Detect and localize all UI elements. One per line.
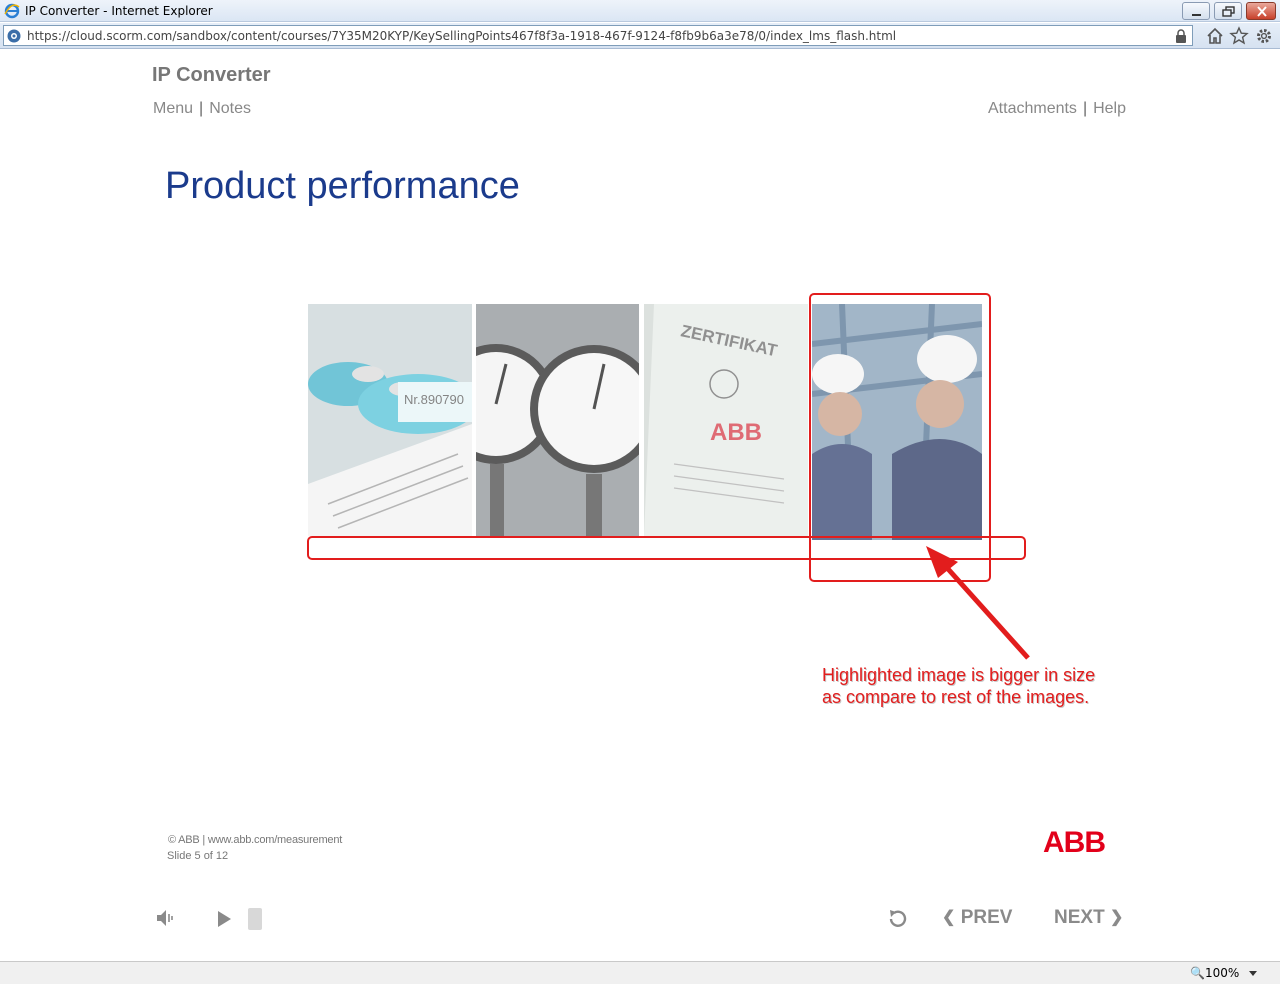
top-nav-right: Attachments | Help (988, 100, 1126, 118)
url-field[interactable]: https://cloud.scorm.com/sandbox/content/… (3, 25, 1193, 46)
engineers-photo (812, 304, 982, 540)
close-window-button[interactable] (1246, 2, 1276, 20)
annotation-arrow (938, 558, 1030, 660)
menu-link[interactable]: Menu (153, 100, 193, 117)
chevron-right-icon: ❯ (1109, 909, 1124, 926)
annotation-note: Highlighted image is bigger in size as c… (822, 664, 1095, 708)
play-icon[interactable] (215, 909, 233, 929)
url-text: https://cloud.scorm.com/sandbox/content/… (27, 29, 897, 43)
abb-logo: ABB (1043, 826, 1106, 859)
gear-icon[interactable] (1254, 26, 1274, 46)
home-icon[interactable] (1205, 26, 1225, 46)
prev-label: PREV (960, 907, 1013, 928)
nav-separator: | (1082, 100, 1088, 117)
zoom-dropdown-icon[interactable] (1249, 971, 1257, 976)
nav-separator: | (199, 100, 204, 117)
zoom-level[interactable]: 🔍100% (1190, 966, 1239, 980)
next-button[interactable]: NEXT ❯ (1054, 907, 1123, 929)
minimize-button[interactable] (1182, 2, 1210, 20)
top-nav-left: Menu | Notes (153, 100, 251, 118)
site-icon (7, 29, 21, 43)
highlight-box-row (307, 536, 1026, 560)
internet-explorer-icon (4, 3, 20, 19)
prev-button[interactable]: ❮ PREV (942, 907, 1012, 929)
transmitter-photo: Nr.890790 (308, 304, 472, 536)
zoom-icon: 🔍 (1190, 966, 1205, 980)
pressure-gauges-photo (476, 304, 639, 536)
address-bar: https://cloud.scorm.com/sandbox/content/… (0, 23, 1280, 49)
attachments-link[interactable]: Attachments (988, 100, 1077, 117)
zoom-value: 100% (1204, 966, 1240, 980)
slide-counter: Slide 5 of 12 (167, 850, 229, 862)
status-bar: 🔍100% (0, 961, 1280, 984)
favorites-star-icon[interactable] (1229, 26, 1249, 46)
arrow-head (926, 546, 958, 578)
annotation-line-2: as compare to rest of the images. (822, 687, 1090, 707)
certificate-photo: ZERTIFIKAT ABB (644, 304, 808, 536)
window-titlebar: IP Converter - Internet Explorer (0, 0, 1280, 22)
lock-icon[interactable] (1175, 29, 1187, 43)
restore-button[interactable] (1214, 2, 1242, 20)
svg-text:ABB: ABB (710, 419, 762, 446)
chevron-left-icon: ❮ (942, 909, 956, 926)
speaker-icon[interactable] (155, 908, 177, 928)
transmitter-label: Nr.890790 (404, 392, 464, 407)
progress-scrubber[interactable] (248, 908, 262, 930)
annotation-line-1: Highlighted image is bigger in size (822, 665, 1096, 685)
replay-icon[interactable] (886, 907, 910, 931)
next-label: NEXT (1054, 907, 1105, 928)
copyright-text: © ABB | www.abb.com/measurement (168, 834, 343, 846)
notes-link[interactable]: Notes (209, 100, 251, 117)
window-title: IP Converter - Internet Explorer (25, 4, 213, 18)
slide-title: Product performance (165, 165, 520, 207)
course-title: IP Converter (152, 64, 271, 86)
help-link[interactable]: Help (1093, 100, 1126, 117)
